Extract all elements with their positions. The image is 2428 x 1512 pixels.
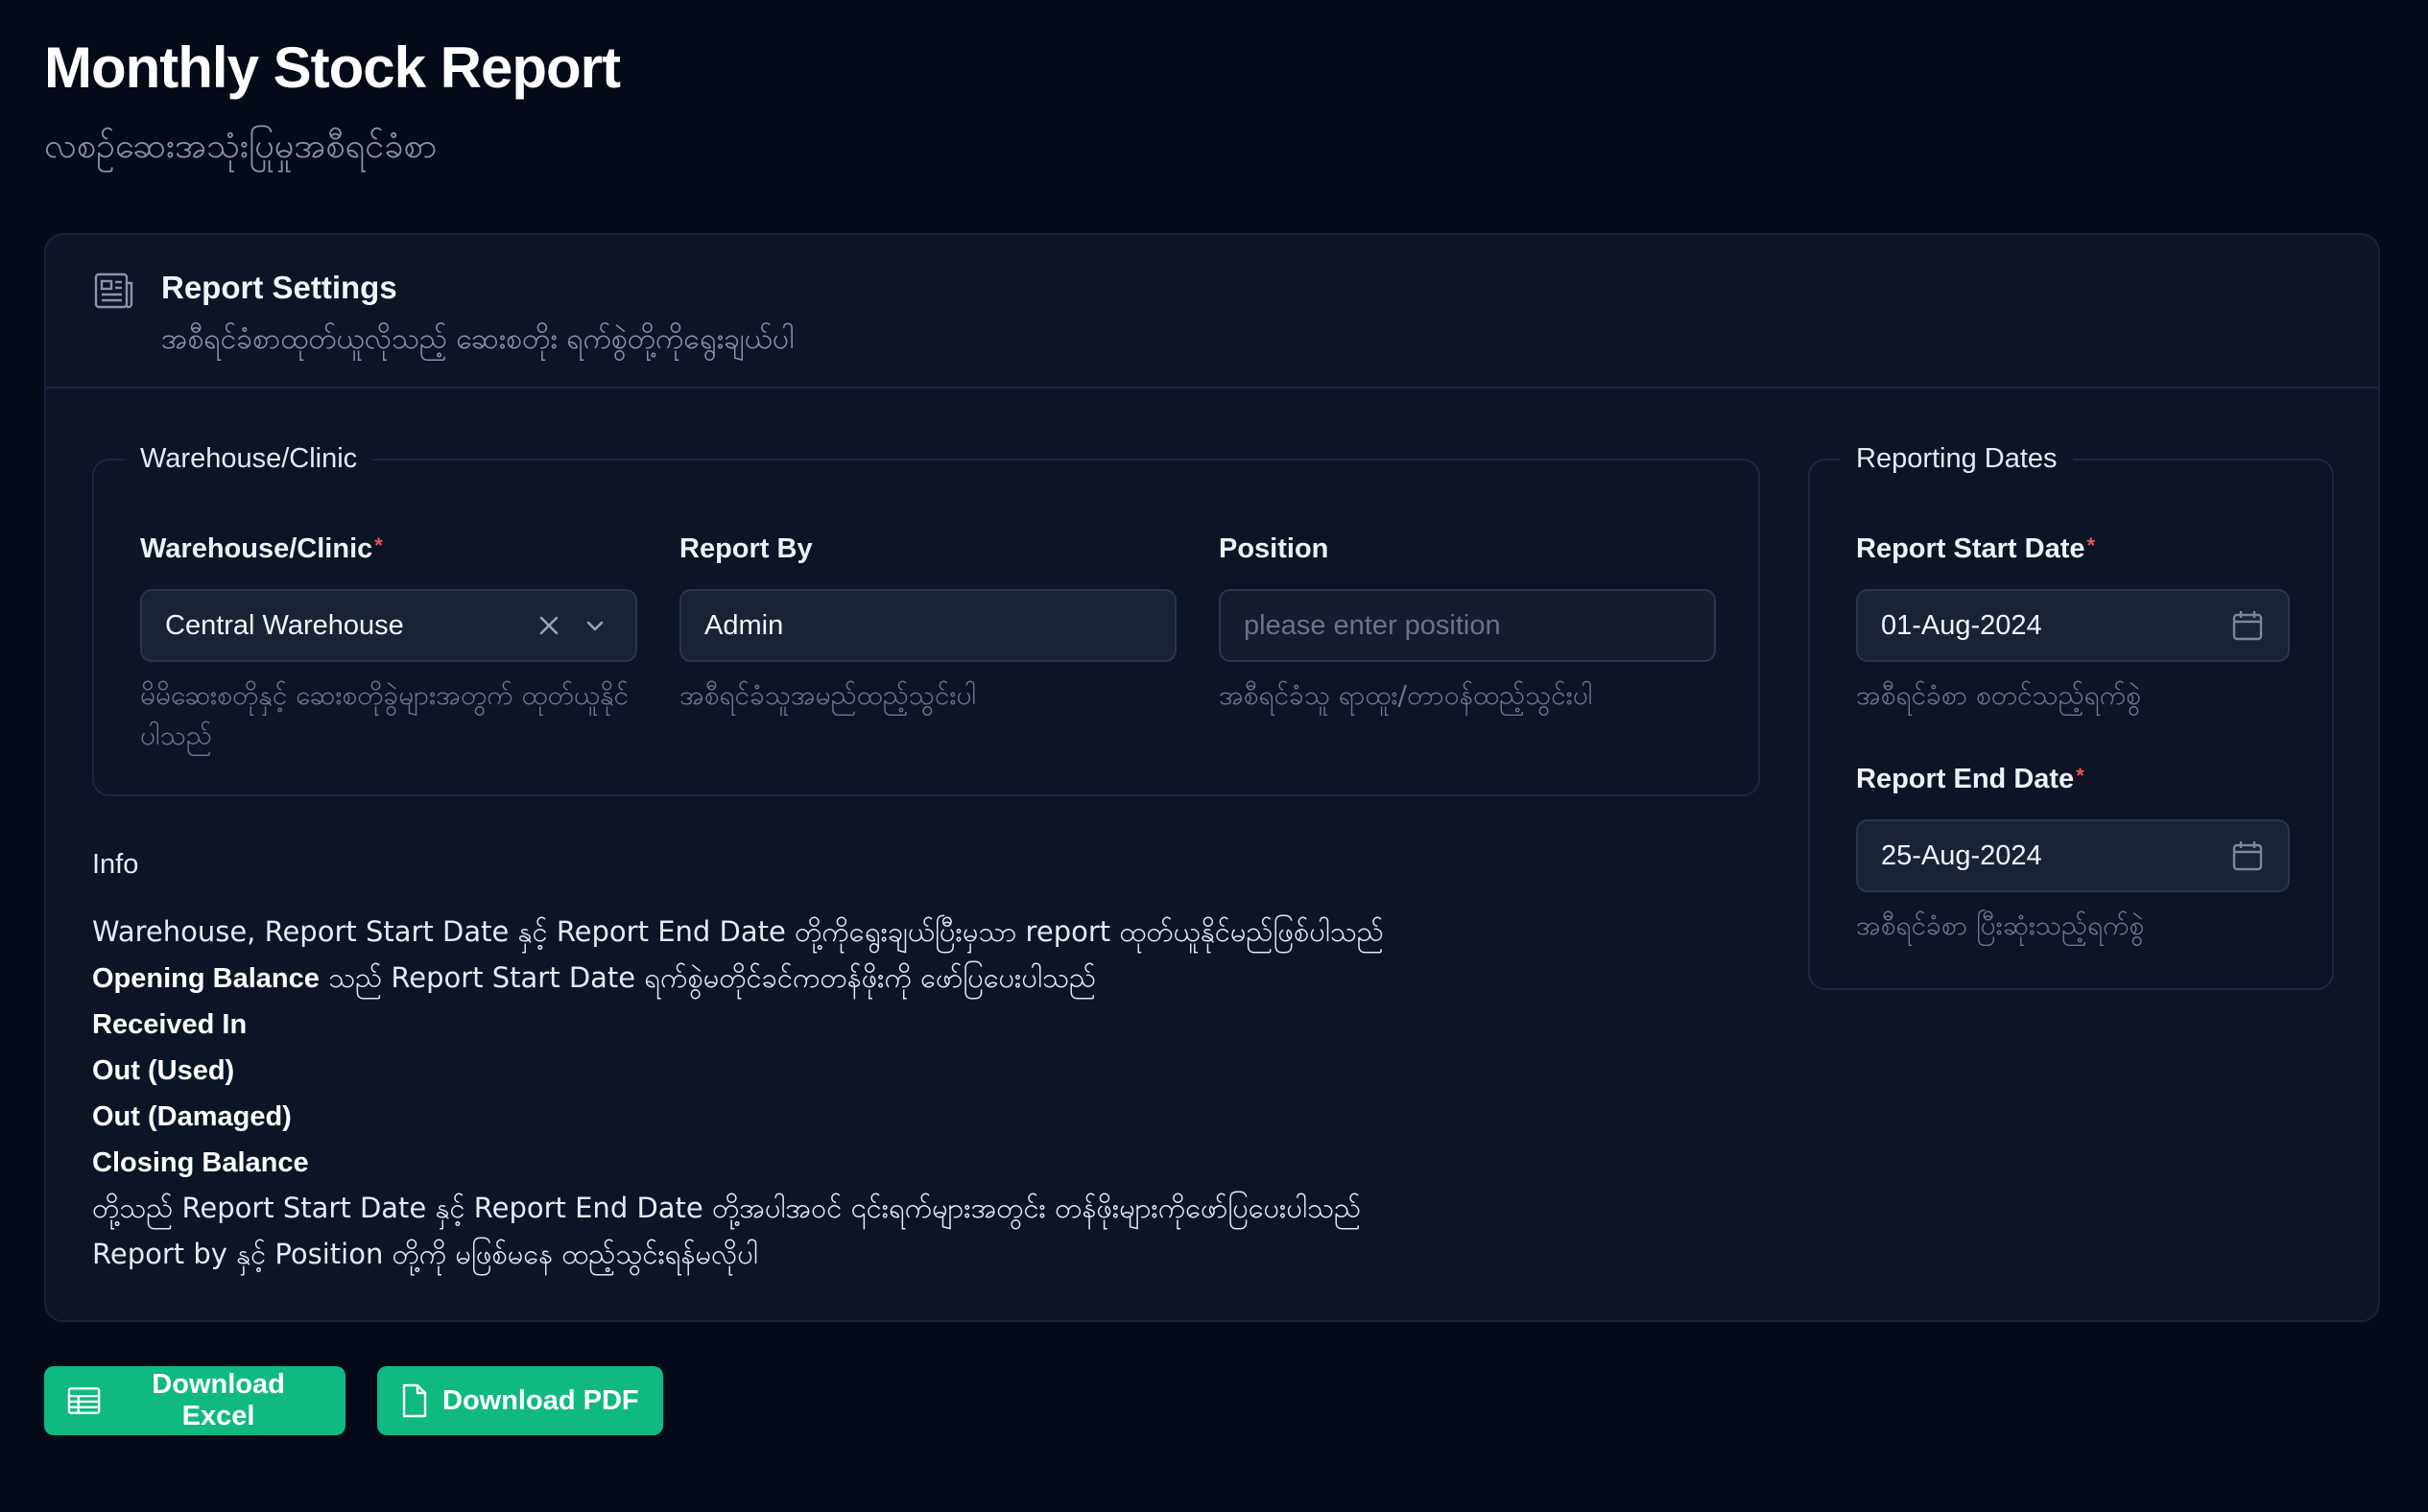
info-out-used: Out (Used) (92, 1055, 235, 1086)
card-title: Report Settings (161, 270, 397, 305)
warehouse-select-value: Central Warehouse (165, 609, 404, 641)
card-subtitle: အစီရင်ခံစာထုတ်ယူလိုသည့် ဆေးစတိုး ရက်စွဲတ… (161, 322, 795, 356)
end-date-input[interactable]: 25-Aug-2024 (1856, 819, 2290, 892)
warehouse-group-legend: Warehouse/Clinic (125, 443, 373, 475)
position-input[interactable]: please enter position (1219, 589, 1716, 662)
warehouse-field: Warehouse/Clinic* Central Warehouse မိမိ… (140, 533, 637, 756)
report-by-value: Admin (704, 609, 784, 641)
report-settings-card: Report Settings အစီရင်ခံစာထုတ်ယူလိုသည့် … (44, 233, 2380, 1322)
reporting-dates-group: Reporting Dates Report Start Date* 01-Au… (1808, 443, 2334, 990)
page: Monthly Stock Report လစဉ်ဆေးအသုံးပြုမှုအ… (0, 0, 2428, 1512)
chevron-down-icon[interactable] (578, 608, 612, 643)
info-opening-balance: Opening Balance (92, 963, 320, 994)
start-date-field: Report Start Date* 01-Aug-2024 အစီရင်ခံစ… (1856, 533, 2290, 716)
clear-icon[interactable] (532, 608, 566, 643)
warehouse-label: Warehouse/Clinic (140, 533, 373, 564)
info-line: Warehouse, Report Start Date နှင့် Repor… (92, 915, 1384, 948)
report-by-field: Report By Admin အစီရင်ခံသူအမည်ထည့်သွင်းပ… (679, 533, 1177, 716)
info-out-damaged: Out (Damaged) (92, 1101, 292, 1132)
card-header: Report Settings အစီရင်ခံစာထုတ်ယူလိုသည့် … (46, 235, 2378, 389)
warehouse-select[interactable]: Central Warehouse (140, 589, 637, 662)
info-line: Out (Used) (92, 1047, 1384, 1093)
position-field: Position please enter position အစီရင်ခံသ… (1219, 533, 1716, 716)
warehouse-help: မိမိဆေးစတိုနှင့် ဆေးစတိုခွဲများအတွက် ထုတ… (140, 679, 630, 751)
info-title: Info (92, 849, 139, 880)
calendar-icon[interactable] (2230, 839, 2265, 873)
start-date-value: 01-Aug-2024 (1881, 609, 2042, 641)
report-icon (94, 272, 134, 310)
page-subtitle: လစဉ်ဆေးအသုံးပြုမှုအစီရင်ခံစာ (44, 127, 438, 166)
info-closing-balance: Closing Balance (92, 1147, 309, 1178)
info-line: Report by နှင့် Position တို့ကို မဖြစ်မန… (92, 1238, 758, 1270)
end-date-value: 25-Aug-2024 (1881, 839, 2042, 871)
info-line: Received In (92, 1001, 1384, 1047)
info-received-in: Received In (92, 1009, 248, 1040)
info-line: Closing Balance (92, 1139, 1384, 1185)
report-by-input[interactable]: Admin (679, 589, 1177, 662)
download-pdf-label: Download PDF (442, 1384, 639, 1416)
start-date-help: အစီရင်ခံစာ စတင်သည့်ရက်စွဲ (1856, 679, 2141, 711)
info-opening-text: သည် Report Start Date ရက်စွဲမတိုင်ခင်ကတန… (319, 961, 1097, 994)
end-date-help: အစီရင်ခံစာ ပြီးဆုံးသည့်ရက်စွဲ (1856, 910, 2145, 941)
download-pdf-button[interactable]: Download PDF (377, 1366, 663, 1435)
end-date-field: Report End Date* 25-Aug-2024 အစီရင်ခံစာ … (1856, 764, 2290, 946)
warehouse-group: Warehouse/Clinic Warehouse/Clinic* Centr… (92, 443, 1760, 796)
required-marker: * (2076, 764, 2084, 788)
report-by-label: Report By (679, 533, 813, 564)
position-placeholder: please enter position (1244, 609, 1501, 641)
calendar-icon[interactable] (2230, 608, 2265, 643)
position-label: Position (1219, 533, 1329, 564)
download-excel-label: Download Excel (152, 1369, 285, 1431)
end-date-label: Report End Date (1856, 764, 2075, 794)
download-excel-button[interactable]: Download Excel (44, 1366, 345, 1435)
required-marker: * (374, 533, 383, 557)
info-line: တို့သည် Report Start Date နှင့် Report E… (92, 1192, 1362, 1224)
info-line: Opening Balance သည် Report Start Date ရက… (92, 955, 1384, 1001)
required-marker: * (2086, 533, 2096, 557)
info-line: Out (Damaged) (92, 1093, 1384, 1139)
info-text: Warehouse, Report Start Date နှင့် Repor… (92, 909, 1384, 1277)
spreadsheet-icon (67, 1387, 101, 1414)
reporting-dates-legend: Reporting Dates (1841, 443, 2073, 475)
position-help: အစီရင်ခံသူ ရာထူး/တာဝန်ထည့်သွင်းပါ (1219, 679, 1593, 711)
document-icon (402, 1383, 427, 1418)
start-date-input[interactable]: 01-Aug-2024 (1856, 589, 2290, 662)
report-by-help: အစီရင်ခံသူအမည်ထည့်သွင်းပါ (679, 679, 977, 711)
page-title: Monthly Stock Report (44, 35, 621, 100)
start-date-label: Report Start Date (1856, 533, 2085, 564)
